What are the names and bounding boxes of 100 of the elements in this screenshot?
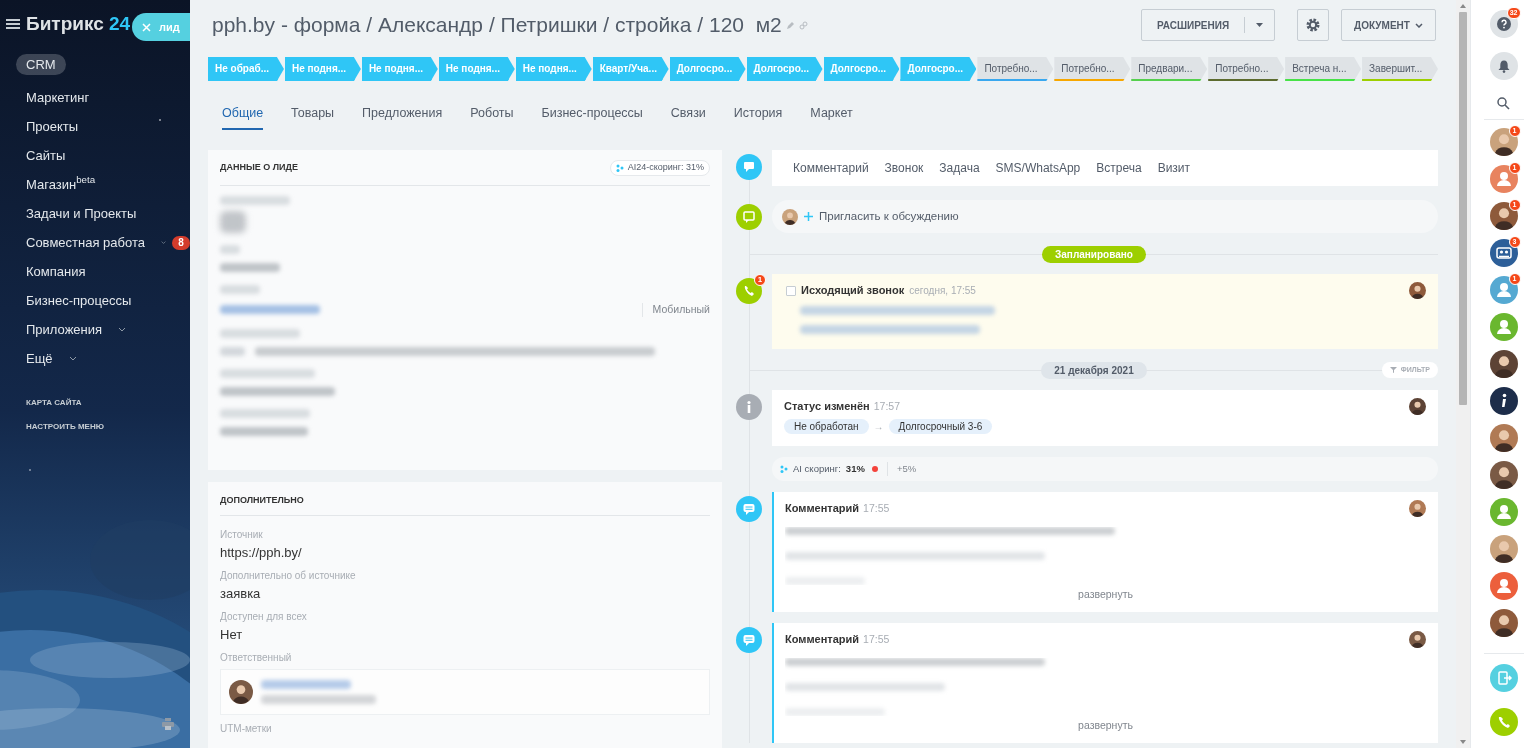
search-icon[interactable]: [1497, 97, 1510, 110]
arrow: →: [873, 420, 884, 434]
menu-icon[interactable]: [6, 18, 20, 30]
blurred-text: [220, 196, 290, 205]
extensions-button[interactable]: РАСШИРЕНИЯ: [1141, 9, 1275, 41]
user-avatar[interactable]: [1489, 165, 1518, 193]
comment-icon: [736, 627, 762, 653]
avatar: [1409, 398, 1426, 415]
activity-time: сегодня, 17:55: [909, 284, 976, 298]
activity-time: 17:55: [863, 631, 890, 647]
invite-field[interactable]: Пригласить к обсуждению: [772, 200, 1438, 233]
chevron-icon[interactable]: [160, 240, 166, 245]
user-avatar[interactable]: [1489, 313, 1518, 341]
tab[interactable]: История: [733, 94, 783, 131]
avatar: [1489, 609, 1518, 637]
scoring-value: 31%: [845, 461, 865, 476]
nav-item[interactable]: Задачи и Проекты: [16, 199, 147, 228]
chevron-icon[interactable]: [68, 356, 77, 361]
stage-step[interactable]: Потребно...: [1208, 57, 1285, 81]
stage-chip: Не обработан: [784, 419, 869, 434]
activity-title: Комментарий: [785, 632, 860, 648]
bell-icon: [1497, 59, 1510, 73]
chevron-icon[interactable]: [118, 327, 127, 332]
nav-item[interactable]: Компания: [16, 257, 96, 286]
nav-item[interactable]: Сайты: [16, 141, 76, 170]
tab[interactable]: Бизнес-процессы: [541, 94, 643, 131]
composer-tab[interactable]: Задача: [939, 159, 980, 177]
field-label: Доступен для всех: [220, 610, 308, 624]
network-icon: [615, 164, 624, 172]
page-title: pph.by - форма / Александр / Петришки / стройка / 120 м2: [212, 12, 782, 39]
stage-step[interactable]: Завершит...: [1362, 57, 1438, 81]
avatar: [1489, 202, 1518, 230]
group-avatar[interactable]: [1489, 239, 1518, 267]
scoring-badge[interactable]: AI24-скоринг: 31%: [609, 160, 710, 176]
blurred-text: [220, 263, 280, 272]
notifications-button[interactable]: [1489, 52, 1518, 80]
network-icon: [780, 465, 788, 473]
phone-icon[interactable]: [1489, 708, 1518, 736]
expand-link[interactable]: развернуть: [1078, 587, 1133, 603]
avatar: [1489, 350, 1518, 378]
tab[interactable]: Общие: [222, 94, 264, 131]
user-field[interactable]: [220, 669, 710, 715]
composer-tab[interactable]: Визит: [1157, 159, 1191, 177]
composer-tab[interactable]: Встреча: [1096, 159, 1142, 177]
field-label: Дополнительно об источнике: [220, 569, 357, 583]
close-icon[interactable]: [142, 22, 151, 32]
field-label: Ответственный: [220, 651, 293, 665]
nav-item[interactable]: Ещё: [16, 344, 63, 373]
avatar: [1409, 631, 1426, 648]
nav-item[interactable]: Маркетинг: [16, 83, 100, 112]
sidebar-link[interactable]: НАСТРОИТЬ МЕНЮ: [26, 421, 190, 433]
avatar: [1409, 500, 1426, 517]
activity-title: Комментарий: [785, 501, 860, 517]
stage-step[interactable]: Потребно...: [1054, 57, 1131, 81]
nav-item[interactable]: CRM: [16, 54, 66, 75]
user-avatar[interactable]: [1489, 572, 1518, 600]
avatar: [1409, 282, 1426, 299]
scoring-delta: +5%: [896, 461, 917, 476]
chat-icon: [736, 204, 762, 230]
logo[interactable]: Битрикс 24: [26, 9, 131, 39]
stage-step[interactable]: Потребно...: [977, 57, 1054, 81]
nav-item[interactable]: Приложения: [16, 315, 113, 344]
field-label: UTM-метки: [220, 722, 273, 736]
nav-item[interactable]: Магазин$^{beta}$: [16, 170, 106, 199]
checkbox[interactable]: [786, 285, 796, 296]
stage-step[interactable]: Встреча н...: [1285, 57, 1362, 81]
tab[interactable]: Товары: [291, 94, 335, 131]
nav-item[interactable]: Совместная работа: [16, 228, 155, 257]
plus-icon: [804, 212, 813, 221]
tab[interactable]: Роботы: [470, 94, 514, 131]
blurred-text: [220, 346, 245, 356]
counter-badge: 1: [754, 274, 766, 286]
tab[interactable]: Связи: [670, 94, 706, 131]
activity-time: 17:55: [863, 500, 890, 516]
exit-icon[interactable]: [1489, 664, 1518, 692]
printer-icon[interactable]: [162, 718, 174, 730]
tab[interactable]: Маркет: [810, 94, 853, 131]
stage-step[interactable]: Предвари...: [1131, 57, 1208, 81]
tab[interactable]: Предложения: [362, 94, 443, 131]
avatar: [1489, 535, 1518, 563]
composer-tab[interactable]: Звонок: [884, 159, 924, 177]
avatar: [782, 208, 798, 225]
info-avatar[interactable]: [1489, 387, 1518, 415]
blurred-text: [220, 211, 246, 233]
caret-icon[interactable]: [1256, 23, 1263, 27]
help-button[interactable]: [1489, 10, 1518, 38]
nav-item[interactable]: Проекты: [16, 112, 89, 141]
info-icon: [736, 394, 762, 420]
chevron-icon: [1414, 22, 1423, 28]
activity-title: Исходящий звонок: [801, 283, 905, 299]
settings-button[interactable]: [1297, 9, 1329, 41]
nav-item[interactable]: Бизнес-процессы: [16, 286, 142, 315]
expand-link[interactable]: развернуть: [1078, 718, 1133, 734]
document-button[interactable]: ДОКУМЕНТ: [1341, 9, 1436, 41]
composer-tab[interactable]: SMS/WhatsApp: [995, 159, 1081, 177]
sidebar-link[interactable]: КАРТА САЙТА: [26, 397, 190, 409]
user-avatar[interactable]: [1489, 498, 1518, 526]
user-avatar[interactable]: [1489, 276, 1518, 304]
field-value: Нет: [220, 626, 244, 644]
composer-tab[interactable]: Комментарий: [793, 159, 869, 177]
